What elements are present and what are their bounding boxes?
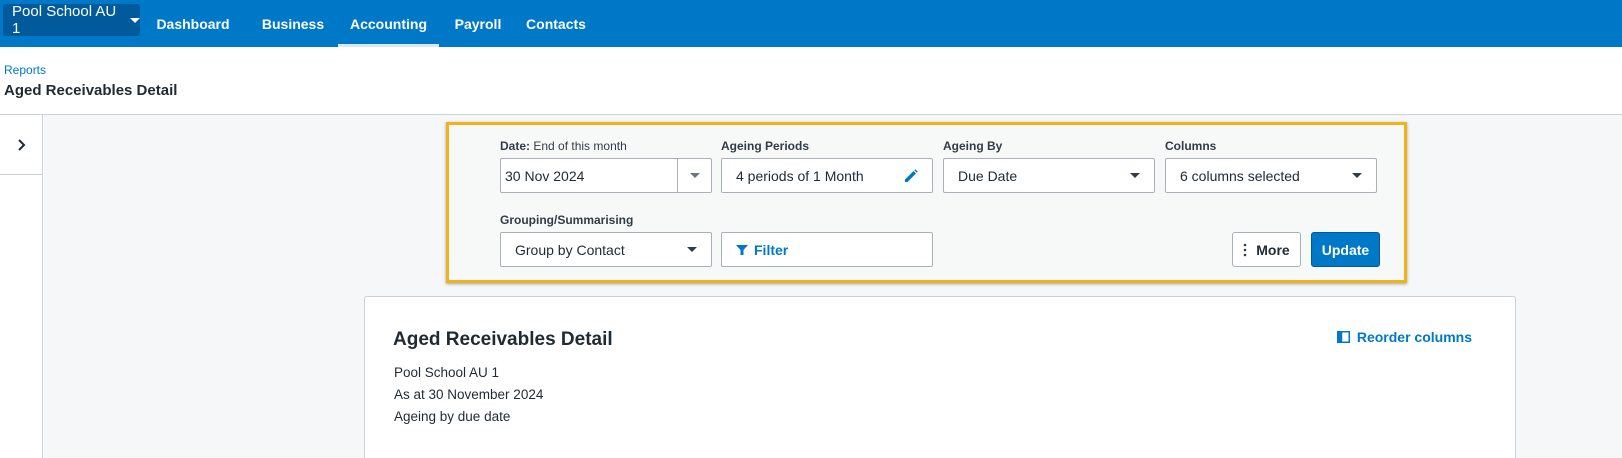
chevron-down-icon xyxy=(687,247,697,252)
filter-button[interactable]: Filter xyxy=(721,232,933,267)
date-value: 30 Nov 2024 xyxy=(505,167,585,184)
report-as-at-date: As at 30 November 2024 xyxy=(394,387,544,402)
filter-icon xyxy=(736,244,748,255)
filter-label: Filter xyxy=(754,241,789,258)
report-settings-panel: Date: End of this month 30 Nov 2024 Agei… xyxy=(446,122,1407,283)
more-label: More xyxy=(1256,241,1290,258)
report-title: Aged Receivables Detail xyxy=(393,329,613,350)
date-sublabel: End of this month xyxy=(533,139,627,153)
org-name: Pool School AU 1 xyxy=(12,3,117,37)
report-ageing-basis: Ageing by due date xyxy=(394,409,511,424)
ageing-by-label: Ageing By xyxy=(943,139,1003,153)
update-button[interactable]: Update xyxy=(1311,232,1380,267)
ageing-periods-field[interactable]: 4 periods of 1 Month xyxy=(721,158,933,193)
ageing-periods-label: Ageing Periods xyxy=(721,139,810,153)
date-label-text: Date: xyxy=(500,139,531,153)
chevron-down-icon xyxy=(130,17,140,23)
more-vertical-icon xyxy=(1243,243,1247,256)
chevron-down-icon xyxy=(1352,173,1362,178)
date-dropdown-button[interactable] xyxy=(677,159,711,192)
sidebar-expand-button[interactable] xyxy=(0,115,43,175)
report-org-name: Pool School AU 1 xyxy=(394,365,500,380)
columns-label: Columns xyxy=(1165,139,1217,153)
reorder-columns-label: Reorder columns xyxy=(1356,329,1472,345)
top-navigation: Pool School AU 1 Dashboard Business Acco… xyxy=(0,0,1622,47)
grouping-label: Grouping/Summarising xyxy=(500,213,634,227)
pencil-icon xyxy=(905,168,918,182)
ageing-periods-value: 4 periods of 1 Month xyxy=(736,167,864,184)
report-card: Aged Receivables Detail Reorder columns … xyxy=(364,296,1516,458)
columns-select[interactable]: 6 columns selected xyxy=(1165,158,1377,193)
chevron-right-icon xyxy=(17,138,25,151)
reorder-columns-button[interactable]: Reorder columns xyxy=(1336,329,1472,345)
date-label: Date: End of this month xyxy=(500,139,627,153)
chevron-down-icon xyxy=(1130,173,1140,178)
tab-business[interactable]: Business xyxy=(250,0,336,47)
more-button[interactable]: More xyxy=(1232,232,1301,267)
tab-accounting[interactable]: Accounting xyxy=(338,0,439,47)
breadcrumb-reports[interactable]: Reports xyxy=(4,63,46,77)
ageing-by-select[interactable]: Due Date xyxy=(943,158,1155,193)
org-switcher[interactable]: Pool School AU 1 xyxy=(3,3,140,37)
tab-dashboard[interactable]: Dashboard xyxy=(152,0,234,47)
columns-value: 6 columns selected xyxy=(1180,167,1300,184)
columns-icon xyxy=(1336,331,1350,343)
page-title: Aged Receivables Detail xyxy=(4,82,178,99)
sidebar-rail xyxy=(0,115,43,458)
ageing-by-value: Due Date xyxy=(958,167,1018,184)
chevron-down-icon xyxy=(689,173,700,178)
tab-payroll[interactable]: Payroll xyxy=(443,0,513,47)
tab-contacts[interactable]: Contacts xyxy=(520,0,592,47)
grouping-select[interactable]: Group by Contact xyxy=(500,232,712,267)
grouping-value: Group by Contact xyxy=(515,241,625,258)
date-field[interactable]: 30 Nov 2024 xyxy=(500,158,712,193)
